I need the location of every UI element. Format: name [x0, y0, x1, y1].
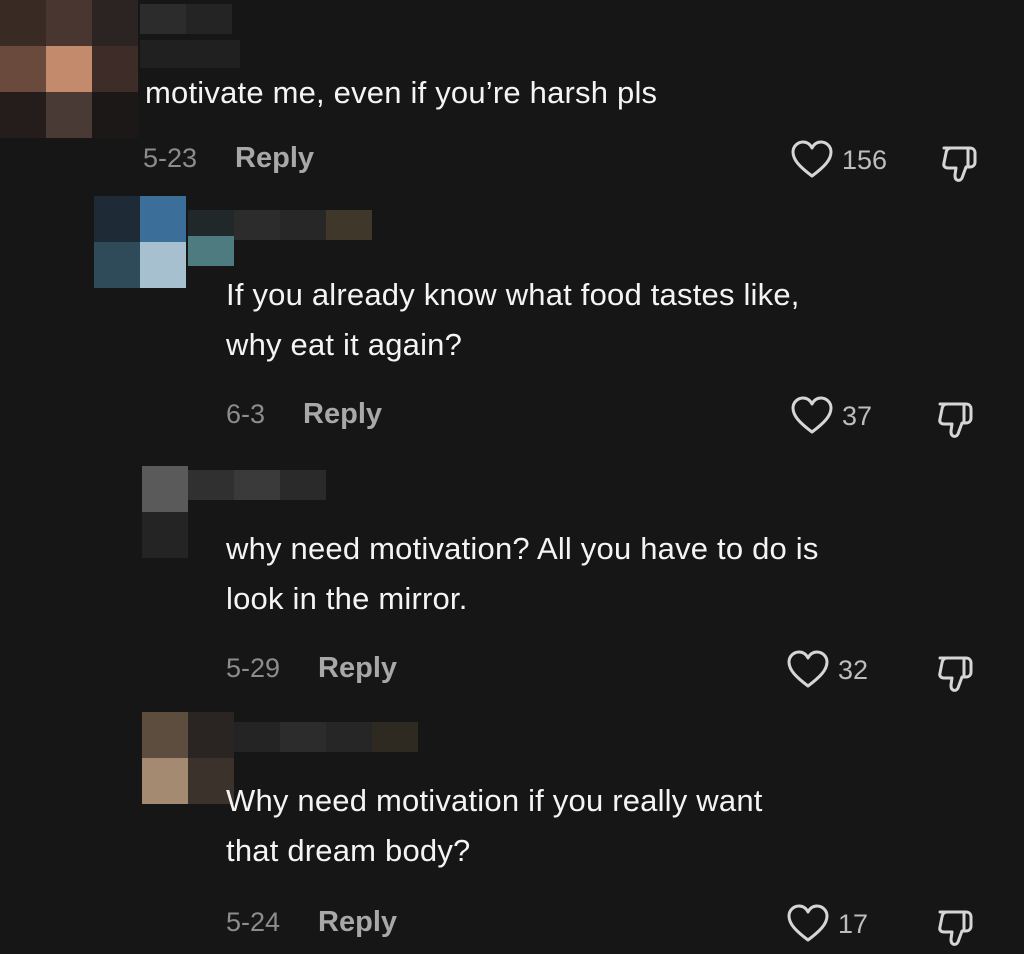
like-button[interactable]: 17 [786, 904, 868, 944]
comment-text: If you already know what food tastes lik… [226, 277, 800, 362]
dislike-button[interactable] [940, 142, 982, 189]
username-blurred [188, 236, 234, 266]
comment-date: 5-29 [226, 653, 281, 683]
comment-text: motivate me, even if you’re harsh pls [145, 75, 658, 110]
comment-date: 5-23 [143, 143, 198, 173]
reply-button[interactable]: Reply [318, 906, 397, 939]
username-blurred [140, 40, 240, 68]
heart-icon [791, 140, 833, 178]
like-count: 156 [842, 144, 888, 175]
comment-text: Why need motivation if you really want t… [226, 783, 763, 868]
heart-icon [787, 904, 829, 942]
thumbs-down-icon [942, 146, 977, 182]
comment-date: 6-3 [226, 399, 266, 429]
like-button[interactable]: 32 [786, 650, 868, 690]
reply-button[interactable]: Reply [235, 142, 314, 175]
thumbs-down-icon [938, 402, 973, 438]
username-blurred [234, 722, 418, 752]
like-count: 17 [838, 908, 869, 939]
avatar[interactable] [142, 466, 188, 558]
avatar[interactable] [94, 196, 186, 288]
thumbs-down-icon [938, 656, 973, 692]
username-blurred[interactable] [140, 4, 232, 34]
like-count: 32 [838, 654, 869, 685]
avatar[interactable] [142, 712, 234, 804]
like-button[interactable]: 156 [790, 140, 887, 180]
reply-button[interactable]: Reply [303, 398, 382, 431]
dislike-button[interactable] [936, 906, 978, 953]
like-button[interactable]: 37 [790, 396, 872, 436]
heart-icon [791, 396, 833, 434]
username-blurred [188, 470, 326, 500]
avatar[interactable] [0, 0, 138, 138]
thumbs-down-icon [938, 910, 973, 946]
comment-date: 5-24 [226, 907, 281, 937]
heart-icon [787, 650, 829, 688]
like-count: 37 [842, 400, 873, 431]
reply-button[interactable]: Reply [318, 652, 397, 685]
dislike-button[interactable] [936, 398, 978, 445]
dislike-button[interactable] [936, 652, 978, 699]
comment-text: why need motivation? All you have to do … [226, 531, 819, 616]
